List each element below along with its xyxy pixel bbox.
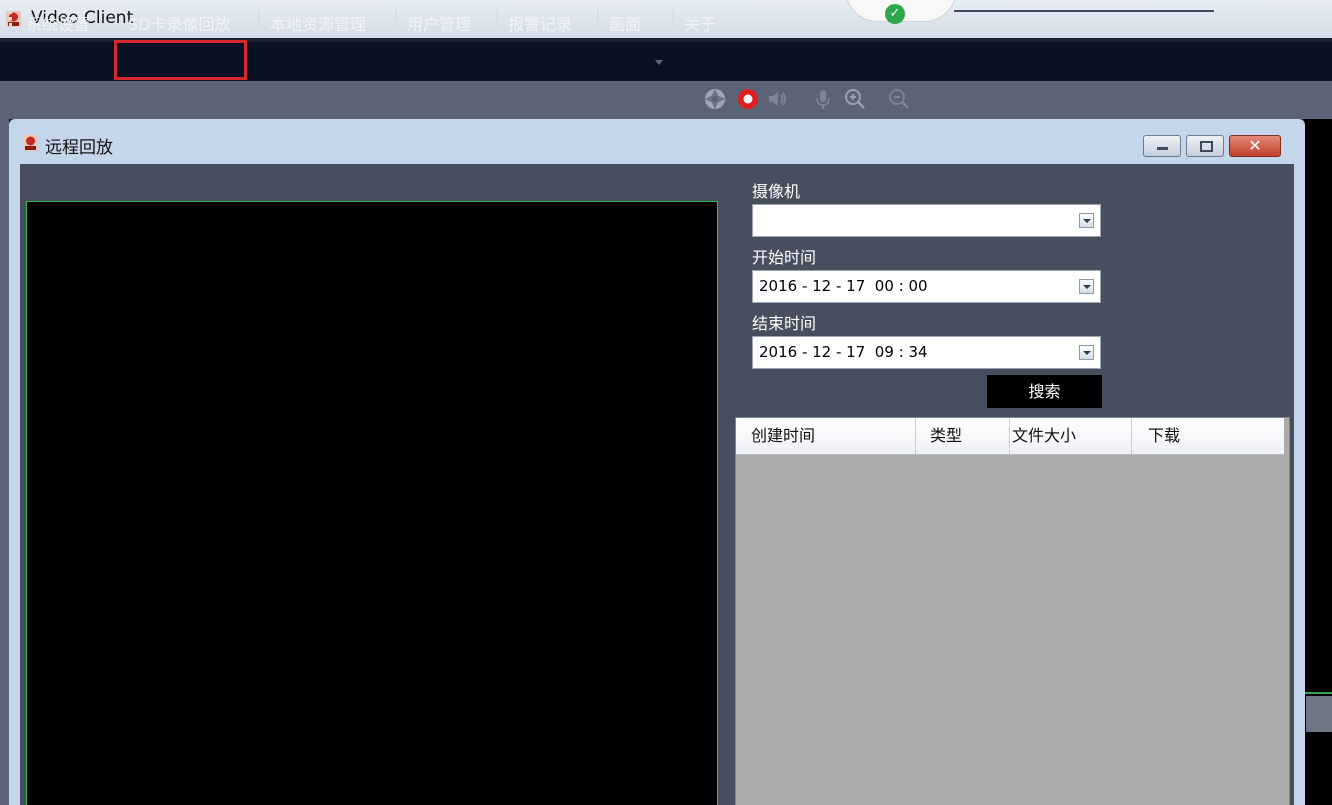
app-icon — [23, 135, 38, 151]
column-header-file-size[interactable]: 文件大小 — [1012, 418, 1132, 454]
menu-item-user-management[interactable]: 用户管理 — [407, 11, 471, 35]
check-icon: ✓ — [885, 4, 905, 24]
selected-menu-highlight — [114, 40, 247, 80]
app-icon — [6, 11, 21, 27]
end-time-picker[interactable]: 2016 - 12 - 17 09 : 34 — [752, 336, 1101, 369]
menu-separator — [597, 10, 599, 31]
end-time-label: 结束时间 — [752, 314, 817, 333]
menubar-grip-icon — [9, 11, 12, 31]
menu-separator — [672, 10, 674, 31]
zoom-in-icon[interactable] — [843, 87, 867, 111]
minimize-button[interactable] — [1143, 135, 1181, 157]
video-display[interactable] — [26, 201, 718, 805]
start-time-picker[interactable]: 2016 - 12 - 17 00 : 00 — [752, 270, 1101, 303]
divider — [954, 10, 1214, 12]
speaker-icon[interactable] — [765, 87, 789, 111]
results-table: 创建时间 类型 文件大小 下载 — [735, 417, 1290, 805]
menu-separator — [395, 10, 397, 31]
table-header: 创建时间 类型 文件大小 下载 — [736, 418, 1284, 455]
end-time-value: 2016 - 12 - 17 09 : 34 — [759, 343, 928, 361]
column-header-download[interactable]: 下载 — [1148, 418, 1278, 454]
chevron-down-icon[interactable] — [1079, 279, 1094, 294]
microphone-icon[interactable] — [811, 87, 835, 111]
dialog-title: 远程回放 — [45, 138, 113, 158]
side-panel-handle[interactable] — [1306, 696, 1332, 732]
start-time-label: 开始时间 — [752, 248, 817, 267]
menu-separator — [496, 10, 498, 31]
maximize-button[interactable] — [1186, 135, 1224, 157]
column-header-type[interactable]: 类型 — [930, 418, 1010, 454]
chevron-down-icon[interactable] — [655, 60, 663, 65]
menu-item-about[interactable]: 关于 — [684, 11, 716, 35]
menu-item-sd-playback[interactable]: SD卡录像回放 — [128, 11, 230, 35]
video-toolbar — [0, 81, 1332, 119]
menu-item-alarm-records[interactable]: 报警记录 — [508, 11, 572, 35]
menu-separator — [258, 10, 260, 31]
menu-item-system-settings[interactable]: 系统设置 — [26, 11, 90, 35]
aperture-icon[interactable] — [703, 87, 727, 111]
record-icon[interactable] — [736, 87, 760, 111]
divider — [1304, 692, 1332, 694]
menu-item-local-resources[interactable]: 本地资源管理 — [270, 11, 366, 35]
start-time-value: 2016 - 12 - 17 00 : 00 — [759, 277, 928, 295]
camera-select[interactable] — [752, 204, 1101, 237]
search-button[interactable]: 搜索 — [987, 375, 1102, 408]
side-panel-left — [0, 119, 9, 805]
zoom-out-icon[interactable] — [887, 87, 911, 111]
column-header-created-time[interactable]: 创建时间 — [751, 418, 916, 454]
close-button[interactable]: ✕ — [1229, 135, 1281, 157]
camera-label: 摄像机 — [752, 182, 801, 201]
menu-item-screen[interactable]: 画面 — [609, 11, 641, 35]
close-icon: ✕ — [1248, 136, 1262, 155]
chevron-down-icon[interactable] — [1079, 345, 1094, 360]
chevron-down-icon[interactable] — [1079, 213, 1094, 228]
